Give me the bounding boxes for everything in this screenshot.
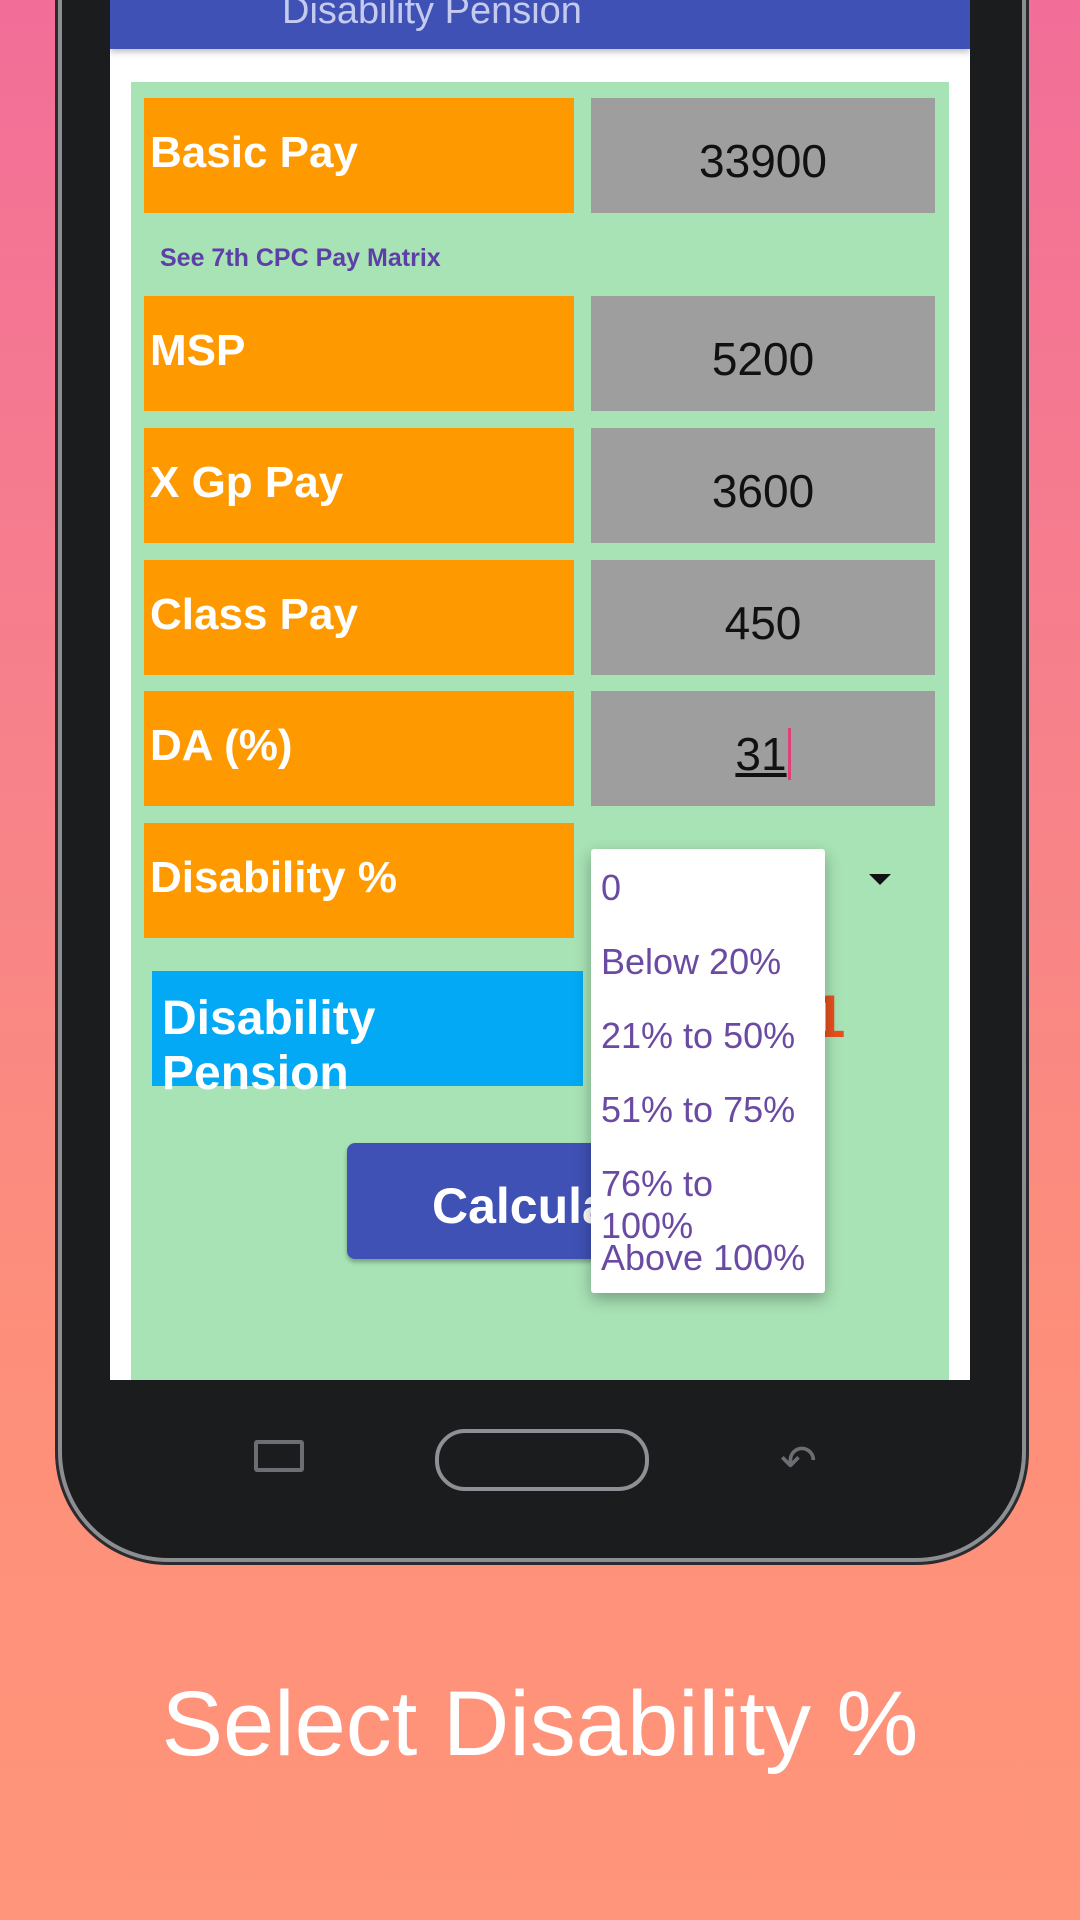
recent-apps-icon[interactable] bbox=[254, 1440, 304, 1472]
form-panel: Basic Pay 33900 See 7th CPC Pay Matrix M… bbox=[131, 82, 949, 1380]
basic-pay-label: Basic Pay bbox=[144, 98, 574, 213]
home-button[interactable] bbox=[435, 1429, 649, 1491]
class-pay-label: Class Pay bbox=[144, 560, 574, 675]
dropdown-option[interactable]: 51% to 75% bbox=[591, 1071, 825, 1145]
dropdown-option[interactable]: 0 bbox=[591, 849, 825, 923]
navigation-bar: ↶ bbox=[110, 1380, 970, 1530]
x-gp-pay-label: X Gp Pay bbox=[144, 428, 574, 543]
da-value: 31 bbox=[735, 728, 791, 780]
msp-input[interactable]: 5200 bbox=[591, 296, 935, 411]
msp-label: MSP bbox=[144, 296, 574, 411]
caption: Select Disability % bbox=[161, 1673, 919, 1775]
da-input[interactable]: 31 bbox=[591, 691, 935, 806]
back-icon[interactable]: ↶ bbox=[780, 1436, 817, 1487]
dropdown-arrow-icon[interactable] bbox=[869, 874, 891, 885]
pay-matrix-link[interactable]: See 7th CPC Pay Matrix bbox=[160, 244, 441, 273]
basic-pay-input[interactable]: 33900 bbox=[591, 98, 935, 213]
dropdown-option[interactable]: 76% to 100% bbox=[591, 1145, 825, 1246]
disability-label: Disability % bbox=[144, 823, 574, 938]
phone-screen: Disability Pension Basic Pay 33900 See 7… bbox=[110, 0, 970, 1380]
da-label: DA (%) bbox=[144, 691, 574, 806]
app-bar: Disability Pension bbox=[110, 0, 970, 49]
class-pay-input[interactable]: 450 bbox=[591, 560, 935, 675]
x-gp-pay-input[interactable]: 3600 bbox=[591, 428, 935, 543]
app-title: Disability Pension bbox=[282, 0, 582, 32]
disability-dropdown-menu: 0 Below 20% 21% to 50% 51% to 75% 76% to… bbox=[591, 849, 825, 1293]
dropdown-option[interactable]: Below 20% bbox=[591, 923, 825, 997]
pension-label: Disability Pension bbox=[152, 971, 583, 1100]
dropdown-option[interactable]: 21% to 50% bbox=[591, 997, 825, 1071]
